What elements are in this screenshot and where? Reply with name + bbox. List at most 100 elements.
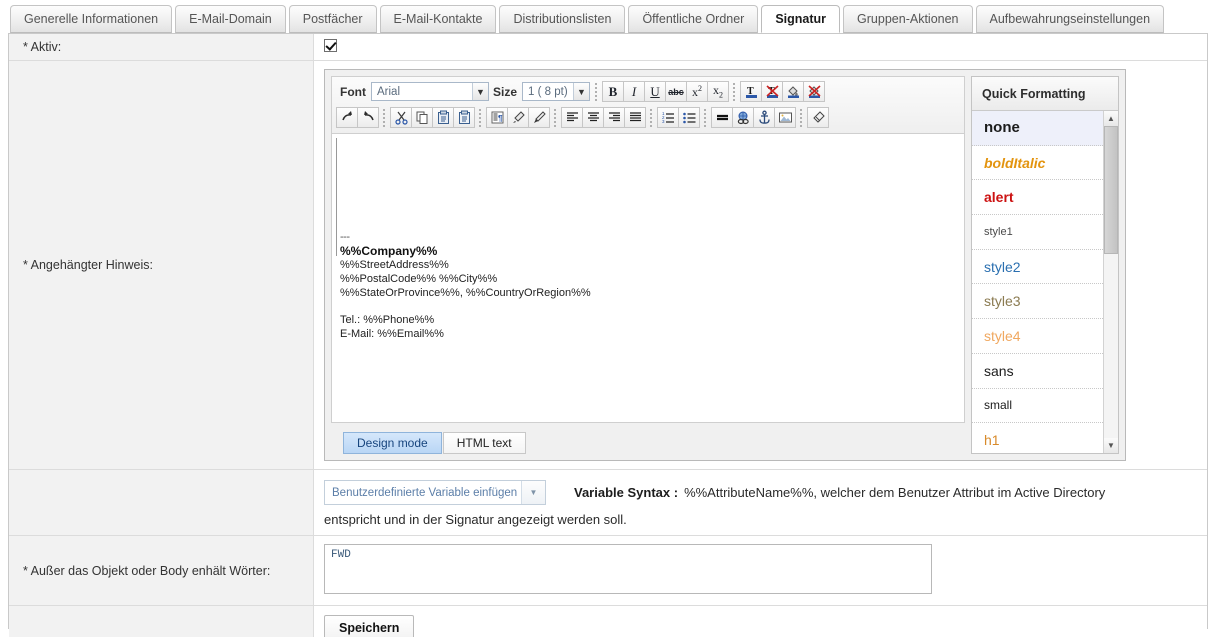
tab-distributionslisten[interactable]: Distributionslisten <box>499 5 626 33</box>
editor-mode-html[interactable]: HTML text <box>442 432 526 454</box>
quick-format-item-style3[interactable]: style3 <box>972 284 1103 320</box>
signature-street: %%StreetAddress%% <box>340 259 449 271</box>
quick-format-item-style1[interactable]: style1 <box>972 215 1103 250</box>
signature-editor-body[interactable]: --- %%Company%% %%StreetAddress%% %%Post… <box>331 133 965 423</box>
align-left-icon[interactable] <box>561 107 583 128</box>
bold-icon[interactable]: B <box>602 81 625 102</box>
scrollbar-track[interactable] <box>1104 126 1118 438</box>
list-group: 123 <box>657 107 700 128</box>
paste-icon[interactable] <box>432 107 454 128</box>
cut-icon[interactable] <box>390 107 412 128</box>
scroll-down-icon[interactable]: ▼ <box>1104 438 1118 453</box>
row-hinweis: * Angehängter Hinweis: Font Arial ▼ Size <box>9 61 1207 470</box>
toolbar-row-2: ¶ 1 2 3 <box>336 106 960 129</box>
align-center-icon[interactable] <box>582 107 604 128</box>
size-label: Size <box>493 84 518 99</box>
scroll-up-icon[interactable]: ▲ <box>1104 111 1118 126</box>
eraser-icon[interactable] <box>807 107 829 128</box>
hinweis-label: * Angehängter Hinweis: <box>9 61 314 469</box>
quick-format-item-bolditalic[interactable]: boldItalic <box>972 146 1103 181</box>
svg-text:3: 3 <box>662 119 665 124</box>
tab-ffentliche-ordner[interactable]: Öffentliche Ordner <box>628 5 759 33</box>
quick-format-item-style4[interactable]: style4 <box>972 319 1103 354</box>
insert-variable-value: Benutzerdefinierte Variable einfügen <box>332 486 518 499</box>
paste-text-icon[interactable] <box>453 107 475 128</box>
font-select[interactable]: Arial ▼ <box>371 82 489 101</box>
aktiv-checkbox[interactable] <box>324 39 337 53</box>
toolbar-divider <box>733 82 736 101</box>
ordered-list-icon[interactable]: 123 <box>657 107 679 128</box>
insert-group <box>711 107 796 128</box>
editor-mode-design[interactable]: Design mode <box>343 432 442 454</box>
variable-label-cell <box>9 470 314 535</box>
aktiv-label: * Aktiv: <box>9 34 314 60</box>
tab-e-mail-kontakte[interactable]: E-Mail-Kontakte <box>379 5 497 33</box>
quick-formatting-title: Quick Formatting <box>972 77 1118 111</box>
insert-anchor-icon[interactable] <box>753 107 775 128</box>
superscript-icon[interactable]: x2 <box>686 81 709 102</box>
insert-link-icon[interactable] <box>732 107 754 128</box>
insert-variable-select[interactable]: Benutzerdefinierte Variable einfügen ▼ <box>324 480 546 505</box>
redo-icon[interactable] <box>336 107 358 128</box>
save-button[interactable]: Speichern <box>324 615 415 637</box>
tab-gruppen-aktionen[interactable]: Gruppen-Aktionen <box>843 5 973 33</box>
undo-icon[interactable] <box>357 107 379 128</box>
clear-format-group <box>807 107 829 128</box>
editor-main: Font Arial ▼ Size 1 ( 8 pt) ▼ B I U abc … <box>331 76 965 454</box>
quick-format-item-style2[interactable]: style2 <box>972 250 1103 285</box>
tab-generelle-informationen[interactable]: Generelle Informationen <box>10 5 173 33</box>
background-color-icon[interactable] <box>782 81 805 102</box>
toolbar-divider <box>704 108 706 127</box>
variable-value: Benutzerdefinierte Variable einfügen ▼ V… <box>314 470 1207 535</box>
remove-background-color-icon[interactable] <box>803 81 826 102</box>
chevron-down-icon: ▼ <box>472 83 488 100</box>
eyedropper-icon[interactable] <box>507 107 529 128</box>
quick-format-item-h1[interactable]: h1 <box>972 423 1103 453</box>
align-justify-icon[interactable] <box>624 107 646 128</box>
size-select-value: 1 ( 8 pt) <box>528 85 568 98</box>
editor-toolbar: Font Arial ▼ Size 1 ( 8 pt) ▼ B I U abc … <box>331 76 965 133</box>
horizontal-rule-icon[interactable] <box>711 107 733 128</box>
align-right-icon[interactable] <box>603 107 625 128</box>
underline-icon[interactable]: U <box>644 81 667 102</box>
clipboard-group <box>390 107 475 128</box>
subscript-icon[interactable]: x2 <box>707 81 730 102</box>
remove-text-color-icon[interactable]: T <box>761 81 784 102</box>
quick-format-item-sans[interactable]: sans <box>972 354 1103 389</box>
copy-icon[interactable] <box>411 107 433 128</box>
signature-email: E-Mail: %%Email%% <box>340 328 444 340</box>
variable-syntax-text: %%AttributeName%%, welcher dem Benutzer … <box>684 485 1106 500</box>
size-select[interactable]: 1 ( 8 pt) ▼ <box>522 82 591 101</box>
quick-format-item-none[interactable]: none <box>972 111 1103 146</box>
quick-formatting-scrollbar[interactable]: ▲ ▼ <box>1103 111 1118 453</box>
save-label-cell <box>9 606 314 637</box>
text-color-icon[interactable]: T <box>740 81 763 102</box>
tab-strip: Generelle Informationen E-Mail-Domain Post… <box>0 0 1216 33</box>
row-variable: Benutzerdefinierte Variable einfügen ▼ V… <box>9 470 1207 536</box>
tab-e-mail-domain[interactable]: E-Mail-Domain <box>175 5 286 33</box>
scrollbar-thumb[interactable] <box>1104 126 1118 254</box>
toolbar-divider <box>650 108 652 127</box>
woerter-textarea[interactable] <box>324 544 932 594</box>
text-style-group: B I U abc x2 x2 <box>602 81 730 102</box>
tab-postf-cher[interactable]: Postfächer <box>288 5 377 33</box>
quick-format-item-alert[interactable]: alert <box>972 180 1103 216</box>
unordered-list-icon[interactable] <box>678 107 700 128</box>
aktiv-value <box>314 34 1207 60</box>
signature-state-country: %%StateOrProvince%%, %%CountryOrRegion%% <box>340 287 591 299</box>
tab-aufbewahrungseinstellungen[interactable]: Aufbewahrungseinstellungen <box>975 5 1165 33</box>
toolbar-divider <box>383 108 385 127</box>
variable-syntax-label: Variable Syntax : <box>574 485 679 500</box>
insert-image-icon[interactable] <box>774 107 796 128</box>
variable-syntax-text-2: entspricht und in der Signatur angezeigt… <box>324 512 627 527</box>
editor-mode-tabs: Design mode HTML text <box>331 426 965 454</box>
chevron-down-icon: ▼ <box>573 83 590 100</box>
paragraph-format-icon[interactable]: ¶ <box>486 107 508 128</box>
quick-format-item-small[interactable]: small <box>972 389 1103 424</box>
tab-signatur[interactable]: Signatur <box>761 5 841 33</box>
font-select-value: Arial <box>377 85 401 98</box>
strikethrough-icon[interactable]: abc <box>665 81 688 102</box>
signature-postal-city: %%PostalCode%% %%City%% <box>340 273 498 285</box>
italic-icon[interactable]: I <box>623 81 646 102</box>
format-painter-icon[interactable] <box>528 107 550 128</box>
